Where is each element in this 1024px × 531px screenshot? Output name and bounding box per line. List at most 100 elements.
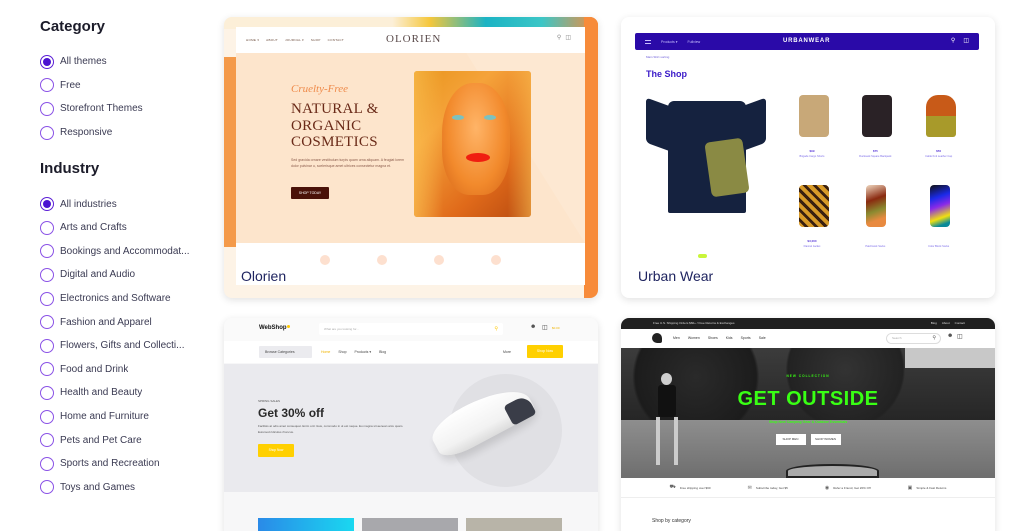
product-name: Color Block Socks [928,245,950,248]
product-card: Patchwork Socks [844,183,907,261]
radio-checked-icon[interactable] [40,54,54,69]
photo-hair [414,71,531,217]
gift-icon: ◉ [824,484,830,491]
radio-label: Pets and Pet Care [60,434,142,446]
preview-nav: Products ▾ Fullview URBANWEAR ⚲ ◫ [635,33,979,50]
flannel-jacket-image [799,185,829,227]
theme-card-get-outside[interactable]: Free U.S. Shipping Orders $60+ / Free Re… [621,318,995,531]
industry-filter-group: Industry All industries Arts and Crafts … [40,158,210,499]
cargo-shorts-image [799,95,829,137]
search-icon: ⚲ [950,38,956,44]
mail-icon: ✉ [747,484,752,491]
product-price: $3,000 [807,239,817,243]
backpack-image [862,95,893,137]
industry-option-electronics[interactable]: Electronics and Software [40,287,210,311]
radio-unchecked-icon[interactable] [40,125,54,140]
radio-label: Home and Furniture [60,411,149,423]
featured-tshirt-image [646,93,766,213]
theme-card-urban-wear[interactable]: Products ▾ Fullview URBANWEAR ⚲ ◫ Main S… [621,17,995,298]
headline-line: NATURAL & [291,101,379,117]
product-price: $99 [809,149,815,153]
perk-label: Free shipping over $60 [679,485,711,490]
radio-unchecked-icon[interactable] [40,362,54,377]
decorative-shape [224,57,236,247]
beanie-image [925,95,956,137]
radio-label: Health and Beauty [60,387,143,399]
radio-unchecked-icon[interactable] [40,433,54,448]
category-option-responsive[interactable]: Responsive [40,121,210,145]
feature-icon [376,255,387,265]
product-card: Color Block Socks [908,183,971,261]
industry-option-health-and-beauty[interactable]: Health and Beauty [40,381,210,405]
category-filter-group: Category All themes Free Storefront Them… [40,16,210,144]
preview-breadcrumb: Main Shirt sorting [646,55,670,59]
product-name: Cable Knit Leather Cap [925,155,953,158]
radio-label: Fashion and Apparel [60,316,152,328]
radio-label: Arts and Crafts [60,222,127,234]
product-card: $75 Rucksack Square Backpack [844,93,907,171]
industry-option-bookings[interactable]: Bookings and Accommodat... [40,240,210,264]
preview-more-link: More [503,350,511,354]
radio-unchecked-icon[interactable] [40,315,54,330]
radio-unchecked-icon[interactable] [40,480,54,495]
industry-option-all-industries[interactable]: All industries [40,192,210,216]
announcement-text: Free U.S. Shipping Orders $60+ / Free Re… [653,321,735,325]
radio-unchecked-icon[interactable] [40,267,54,282]
perk-item: ▣ Simple & Fast Returns [908,485,947,491]
preview-nav-links: Men Women Shoes Kids Sports Sale [673,336,766,340]
industry-option-arts-and-crafts[interactable]: Arts and Crafts [40,216,210,240]
category-tiles [258,518,562,531]
preview-nav-link-active: Home [321,350,331,354]
truck-icon: ⛟ [669,484,676,490]
preview-hero: NEW COLLECTION GET OUTSIDE Shop New Camp… [621,348,995,478]
theme-card-olorien[interactable]: HOME ▾ ABOUT JOURNAL ▾ SHOP CONTACT OLOR… [224,17,598,298]
radio-unchecked-icon[interactable] [40,338,54,353]
category-option-free[interactable]: Free [40,74,210,98]
theme-card-webshop[interactable]: WebShop What are you looking for... ⚲ ☻ … [224,318,598,531]
radio-unchecked-icon[interactable] [40,385,54,400]
topbar-link: About [941,321,950,325]
hero-buttons: SHOP MEN SHOP WOMEN [621,434,995,445]
radio-unchecked-icon[interactable] [40,456,54,471]
headline-line: COSMETICS [291,134,378,150]
preview-icons: ⚲ ◫ [557,34,571,41]
industry-option-digital-and-audio[interactable]: Digital and Audio [40,263,210,287]
radio-unchecked-icon[interactable] [40,291,54,306]
product-card: $50 Cable Knit Leather Cap [908,93,971,171]
industry-heading: Industry [40,160,100,178]
topbar-links: Blog About Contact [931,321,965,325]
industry-option-home-and-furniture[interactable]: Home and Furniture [40,405,210,429]
industry-option-food-and-drink[interactable]: Food and Drink [40,358,210,382]
radio-label: Storefront Themes [60,103,143,115]
industry-option-pets[interactable]: Pets and Pet Care [40,428,210,452]
industry-radio-list: All industries Arts and Crafts Bookings … [40,192,210,499]
shop-by-category-heading: Shop by category [652,518,691,524]
radio-unchecked-icon[interactable] [40,78,54,93]
preview-announcement-bar: Free U.S. Shipping Orders $60+ / Free Re… [621,318,995,329]
radio-label: Electronics and Software [60,293,171,305]
radio-label: Flowers, Gifts and Collecti... [60,340,185,352]
product-name: Patchwork Socks [865,245,886,248]
industry-option-toys-and-games[interactable]: Toys and Games [40,476,210,500]
preview-search-bar: What are you looking for... ⚲ [319,323,503,335]
preview-shop-now-button: Shop Now [527,345,563,358]
industry-option-flowers-gifts[interactable]: Flowers, Gifts and Collecti... [40,334,210,358]
industry-option-sports[interactable]: Sports and Recreation [40,452,210,476]
category-option-storefront-themes[interactable]: Storefront Themes [40,97,210,121]
category-heading: Category [40,18,106,35]
perk-item: ⛟ Free shipping over $60 [670,484,711,491]
preview-nav-link: JOURNAL ▾ [284,38,304,42]
radio-label: Sports and Recreation [60,458,160,470]
radio-unchecked-icon[interactable] [40,244,54,259]
category-option-all-themes[interactable]: All themes [40,50,210,74]
model-photo [414,71,531,217]
radio-unchecked-icon[interactable] [40,220,54,235]
radio-unchecked-icon[interactable] [40,101,54,116]
radio-unchecked-icon[interactable] [40,409,54,424]
user-icon: ☻ [947,333,954,339]
preview-nav-link: Sports [740,336,751,340]
radio-checked-icon[interactable] [40,197,54,212]
hero-shop-button: Shop Now [258,444,294,457]
industry-option-fashion[interactable]: Fashion and Apparel [40,310,210,334]
preview-nav-link: Fullview [687,39,701,44]
